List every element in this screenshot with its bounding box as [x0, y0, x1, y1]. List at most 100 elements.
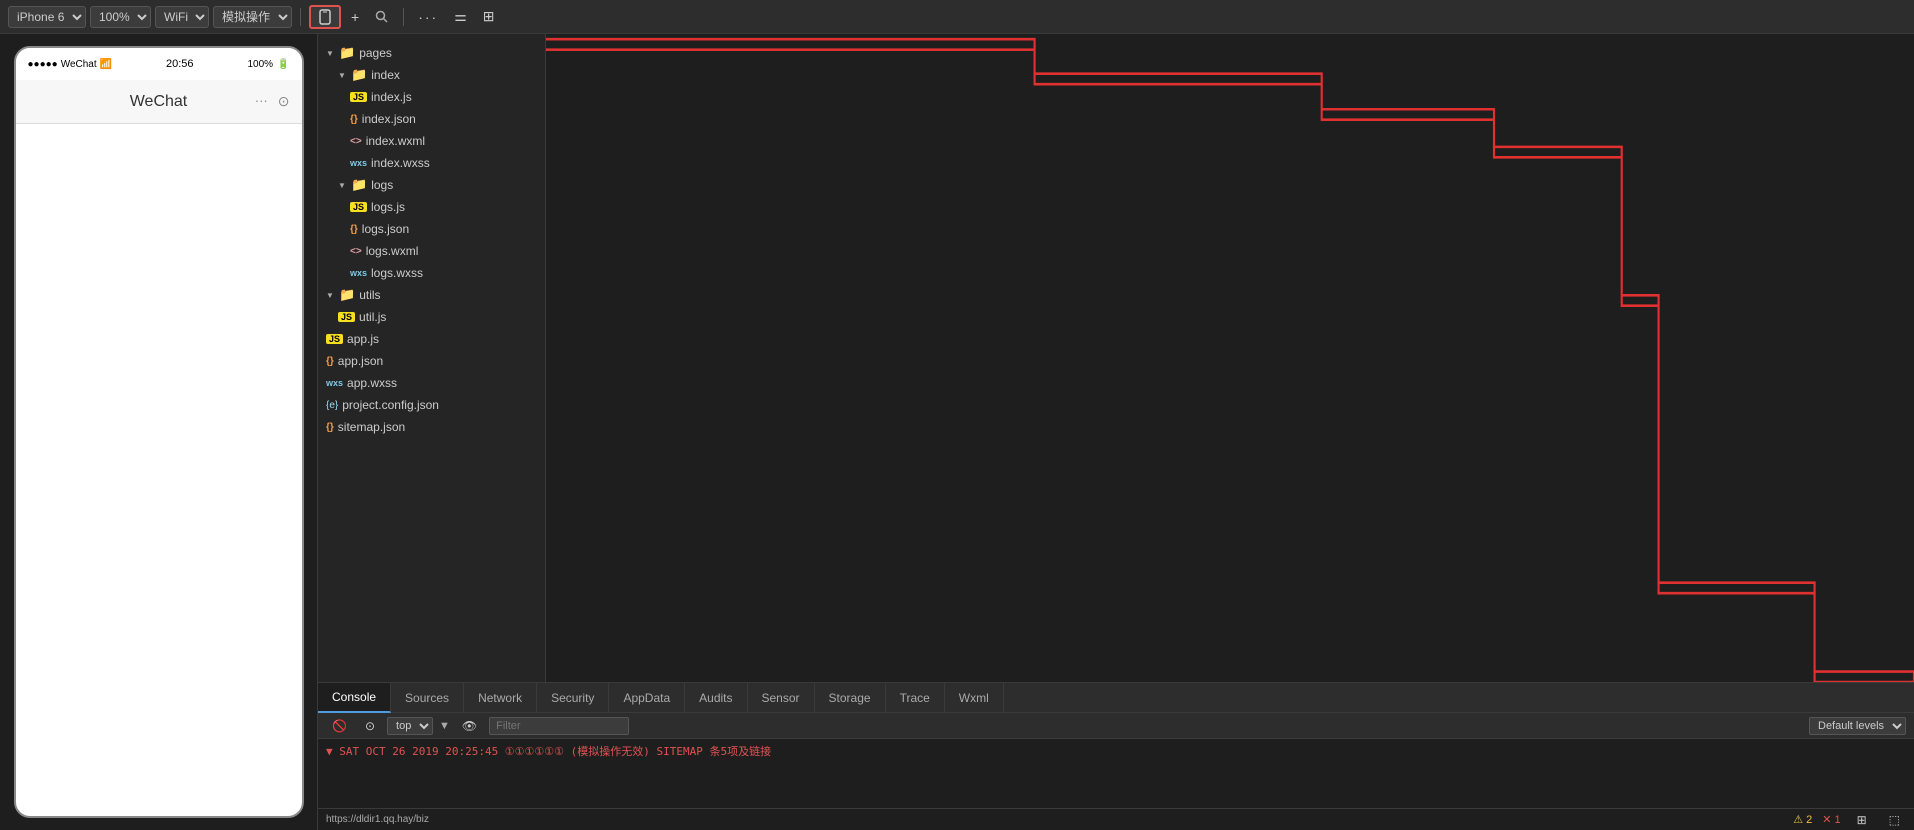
badge-json-indexjson: {}: [350, 114, 358, 125]
label-logs-wxml: logs.wxml: [366, 244, 419, 258]
tree-file-logs-wxml[interactable]: <> logs.wxml: [318, 240, 545, 262]
label-app-js: app.js: [347, 332, 379, 346]
badge-json-appjson: {}: [326, 356, 334, 367]
tab-security[interactable]: Security: [537, 683, 609, 713]
tree-file-util-js[interactable]: JS util.js: [318, 306, 545, 328]
record-icon[interactable]: ⊙: [278, 93, 290, 110]
tab-wxml[interactable]: Wxml: [945, 683, 1004, 713]
error-icon: ✕: [1822, 813, 1831, 826]
label-sitemap: sitemap.json: [338, 420, 405, 434]
label-index-wxml: index.wxml: [366, 134, 425, 148]
context-arrow: ▼: [439, 720, 450, 732]
console-log-entry: ▼ SAT OCT 26 2019 20:25:45 ①①①①①① (模拟操作无…: [326, 745, 771, 758]
badge-wxml-indexwxml: <>: [350, 136, 362, 147]
label-index-json: index.json: [362, 112, 416, 126]
tree-file-index-json[interactable]: {} index.json: [318, 108, 545, 130]
label-logs-js: logs.js: [371, 200, 405, 214]
tree-file-app-js[interactable]: JS app.js: [318, 328, 545, 350]
badge-config-projectconfig: {e}: [326, 400, 338, 411]
tab-console[interactable]: Console: [318, 683, 391, 713]
tab-appdata[interactable]: AppData: [609, 683, 685, 713]
search-button[interactable]: [369, 8, 395, 26]
levels-select[interactable]: Default levels: [1809, 717, 1906, 735]
warning-count: ⚠ 2: [1793, 813, 1812, 826]
search-icon: [375, 10, 389, 24]
device-select[interactable]: iPhone 6: [8, 6, 86, 28]
badge-wxss-appwxss: wxs: [326, 378, 343, 388]
main-content: ●●●●● WeChat 📶 20:56 100% 🔋 WeChat ··· ⊙: [0, 34, 1914, 830]
top-toolbar: iPhone 6 100% WiFi 模拟操作 + ··· ⚌ ⊞: [0, 0, 1914, 34]
tree-file-project-config[interactable]: {e} project.config.json: [318, 394, 545, 416]
tab-network[interactable]: Network: [464, 683, 537, 713]
extra-button[interactable]: ⊞: [477, 6, 501, 27]
label-index: index: [371, 68, 400, 82]
badge-js-logsjs: JS: [350, 202, 367, 212]
add-button[interactable]: +: [345, 7, 365, 27]
label-project-config: project.config.json: [342, 398, 439, 412]
tab-audits[interactable]: Audits: [685, 683, 747, 713]
eye-button[interactable]: 👁: [456, 717, 483, 735]
badge-js-indexjs: JS: [350, 92, 367, 102]
badge-json-sitemap: {}: [326, 422, 334, 433]
arrow-utils: ▼: [326, 291, 336, 300]
badge-wxml-logswxml: <>: [350, 246, 362, 257]
badge-json-logsjson: {}: [350, 224, 358, 235]
clock-label: 20:56: [166, 58, 194, 70]
more-options[interactable]: ···: [412, 7, 444, 27]
arrow-index: ▼: [338, 71, 348, 80]
folder-icon-utils: 📁: [339, 287, 355, 303]
tree-file-index-js[interactable]: JS index.js: [318, 86, 545, 108]
filter-input[interactable]: [489, 717, 629, 735]
tree-file-app-json[interactable]: {} app.json: [318, 350, 545, 372]
battery-icon: 🔋: [277, 59, 289, 70]
tree-folder-index[interactable]: ▼ 📁 index: [318, 64, 545, 86]
badge-wxss-logswxss: wxs: [350, 268, 367, 278]
arrow-pages: ▼: [326, 49, 336, 58]
wifi-icon: 📶: [100, 59, 112, 70]
tree-file-logs-js[interactable]: JS logs.js: [318, 196, 545, 218]
badge-wxss-indexwxss: wxs: [350, 158, 367, 168]
more-menu-icon[interactable]: ···: [255, 93, 268, 110]
phone-header-icons: ··· ⊙: [255, 93, 290, 110]
file-tree-panel: ▼ 📁 pages ▼ 📁 index JS index.js {} index…: [318, 34, 546, 682]
bottom-panel: Console Sources Network Security AppData…: [318, 682, 1914, 830]
network-select[interactable]: WiFi: [155, 6, 209, 28]
label-index-js: index.js: [371, 90, 412, 104]
badge-js-appjs: JS: [326, 334, 343, 344]
tree-file-index-wxml[interactable]: <> index.wxml: [318, 130, 545, 152]
phone-frame: ●●●●● WeChat 📶 20:56 100% 🔋 WeChat ··· ⊙: [14, 46, 304, 818]
simulator-toggle-button[interactable]: [309, 5, 341, 29]
phone-status-left: ●●●●● WeChat 📶: [28, 59, 113, 70]
context-select[interactable]: top: [387, 717, 433, 735]
mode-select[interactable]: 模拟操作: [213, 6, 292, 28]
folder-icon-logs: 📁: [351, 177, 367, 193]
tab-sensor[interactable]: Sensor: [748, 683, 815, 713]
tree-folder-logs[interactable]: ▼ 📁 logs: [318, 174, 545, 196]
console-content: ▼ SAT OCT 26 2019 20:25:45 ①①①①①① (模拟操作无…: [318, 739, 1914, 808]
phone-status-right: 100% 🔋: [247, 59, 289, 70]
tree-folder-pages[interactable]: ▼ 📁 pages: [318, 42, 545, 64]
tree-file-logs-wxss[interactable]: wxs logs.wxss: [318, 262, 545, 284]
console-filter-button[interactable]: ⊙: [359, 717, 381, 735]
tree-file-sitemap[interactable]: {} sitemap.json: [318, 416, 545, 438]
red-staircase-outline: [546, 34, 1914, 682]
tab-storage[interactable]: Storage: [815, 683, 886, 713]
tab-trace[interactable]: Trace: [886, 683, 945, 713]
phone-status-bar: ●●●●● WeChat 📶 20:56 100% 🔋: [16, 48, 302, 80]
tree-file-index-wxss[interactable]: wxs index.wxss: [318, 152, 545, 174]
tree-file-logs-json[interactable]: {} logs.json: [318, 218, 545, 240]
editor-area: [546, 34, 1914, 682]
arrow-logs: ▼: [338, 181, 348, 190]
tree-folder-utils[interactable]: ▼ 📁 utils: [318, 284, 545, 306]
zoom-select[interactable]: 100%: [90, 6, 151, 28]
tree-file-app-wxss[interactable]: wxs app.wxss: [318, 372, 545, 394]
layout-button[interactable]: ⚌: [448, 6, 473, 27]
console-clear-button[interactable]: 🚫: [326, 717, 353, 735]
panel-toggle-button[interactable]: ⊞: [1851, 811, 1873, 829]
label-app-wxss: app.wxss: [347, 376, 397, 390]
label-utils: utils: [359, 288, 380, 302]
dock-button[interactable]: ⬚: [1883, 811, 1906, 829]
tab-sources[interactable]: Sources: [391, 683, 464, 713]
label-logs-wxss: logs.wxss: [371, 266, 423, 280]
status-bar-right: ⚠ 2 ✕ 1 ⊞ ⬚: [1793, 811, 1906, 829]
